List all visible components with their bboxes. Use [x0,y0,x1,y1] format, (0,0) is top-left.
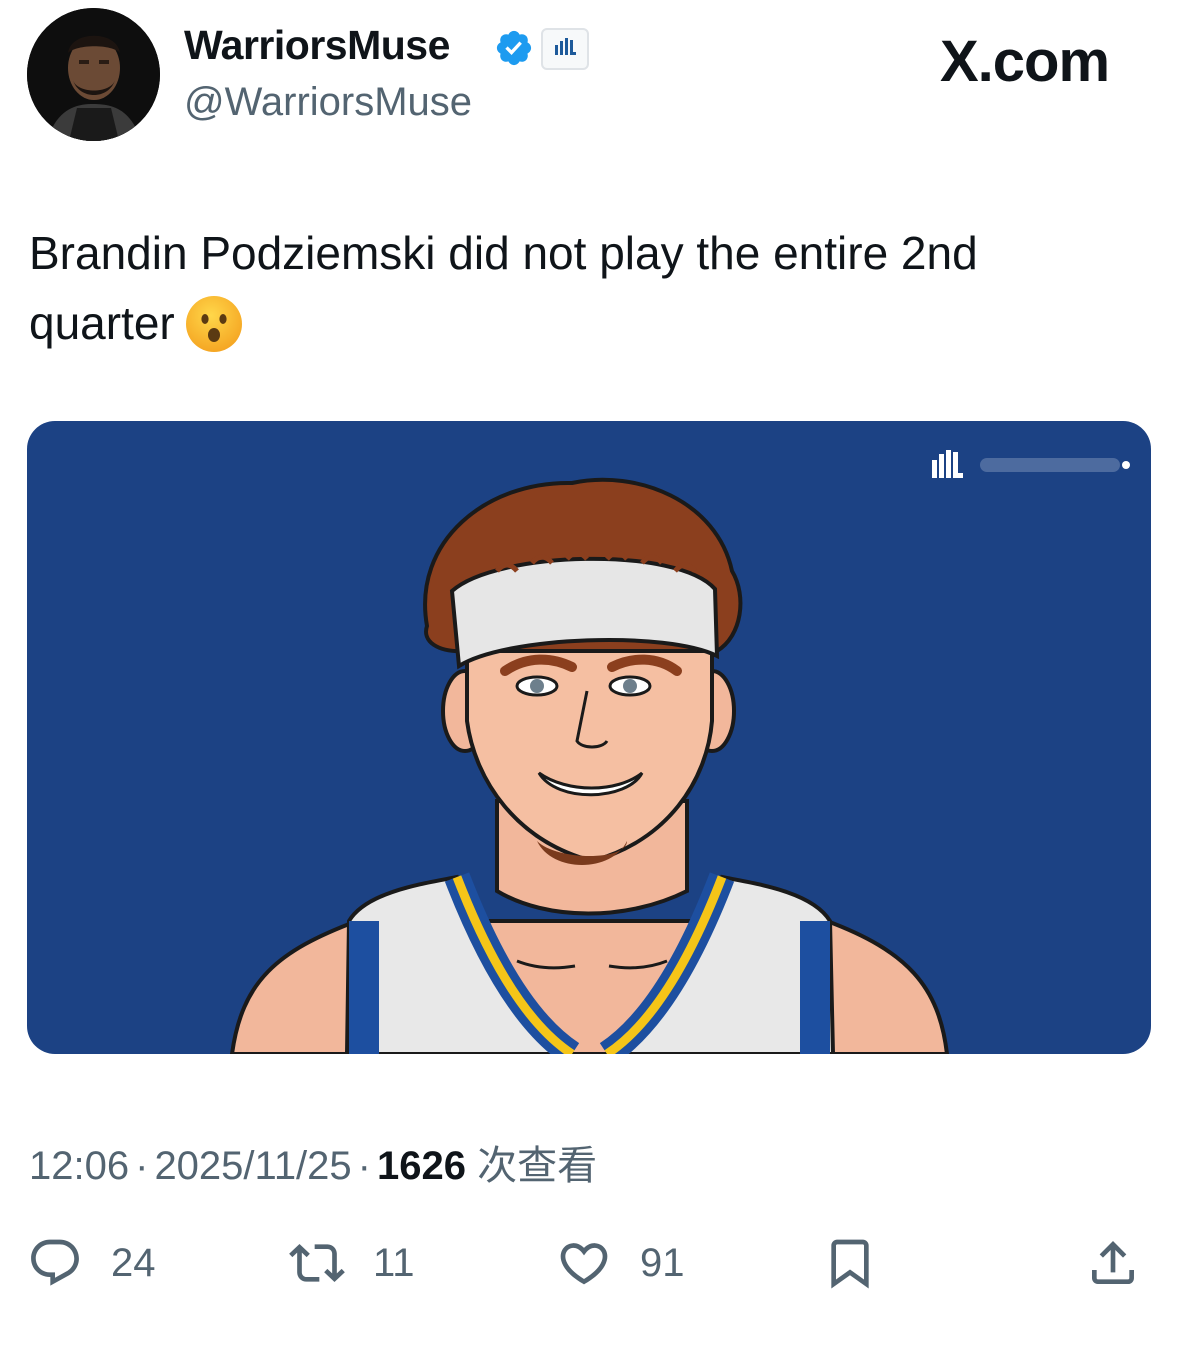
views-label: 次查看 [477,1144,598,1188]
tweet-text-line-2: quarter [29,297,175,349]
like-icon [560,1243,608,1285]
verified-badge-icon [496,30,532,66]
reply-count: 24 [111,1240,156,1285]
views-count: 1626 [377,1144,466,1188]
repost-button[interactable]: 11 [289,1233,415,1293]
x-brand-logo: X.com [940,29,1110,94]
tweet-text: Brandin Podziemski did not play the enti… [29,218,1149,358]
reply-icon [31,1239,79,1286]
tweet-text-line-1: Brandin Podziemski did not play the enti… [29,227,978,279]
repost-icon [289,1244,345,1282]
like-button[interactable]: 91 [556,1233,685,1293]
tweet-media-image[interactable] [27,421,1151,1054]
player-illustration [229,477,950,1054]
tweet-time[interactable]: 12:06 [29,1144,129,1188]
share-icon [1092,1241,1134,1284]
author-display-name[interactable]: WarriorsMuse [184,22,450,69]
reply-button[interactable]: 24 [27,1233,156,1293]
like-count: 91 [640,1240,685,1285]
repost-count: 11 [373,1240,415,1285]
tweet-date[interactable]: 2025/11/25 [154,1144,351,1188]
author-handle[interactable]: @WarriorsMuse [184,80,472,125]
tweet-meta: 12:06 · 2025/11/25 · 1626 次查看 [29,1133,597,1191]
affiliate-badge-icon[interactable] [541,28,589,70]
meta-separator: · [357,1144,371,1188]
bookmark-button[interactable] [822,1233,878,1293]
meta-separator: · [135,1144,149,1188]
bookmark-icon [831,1239,869,1289]
share-button[interactable] [1085,1233,1141,1293]
author-avatar[interactable] [27,8,160,141]
surprised-face-emoji-icon [185,296,242,352]
